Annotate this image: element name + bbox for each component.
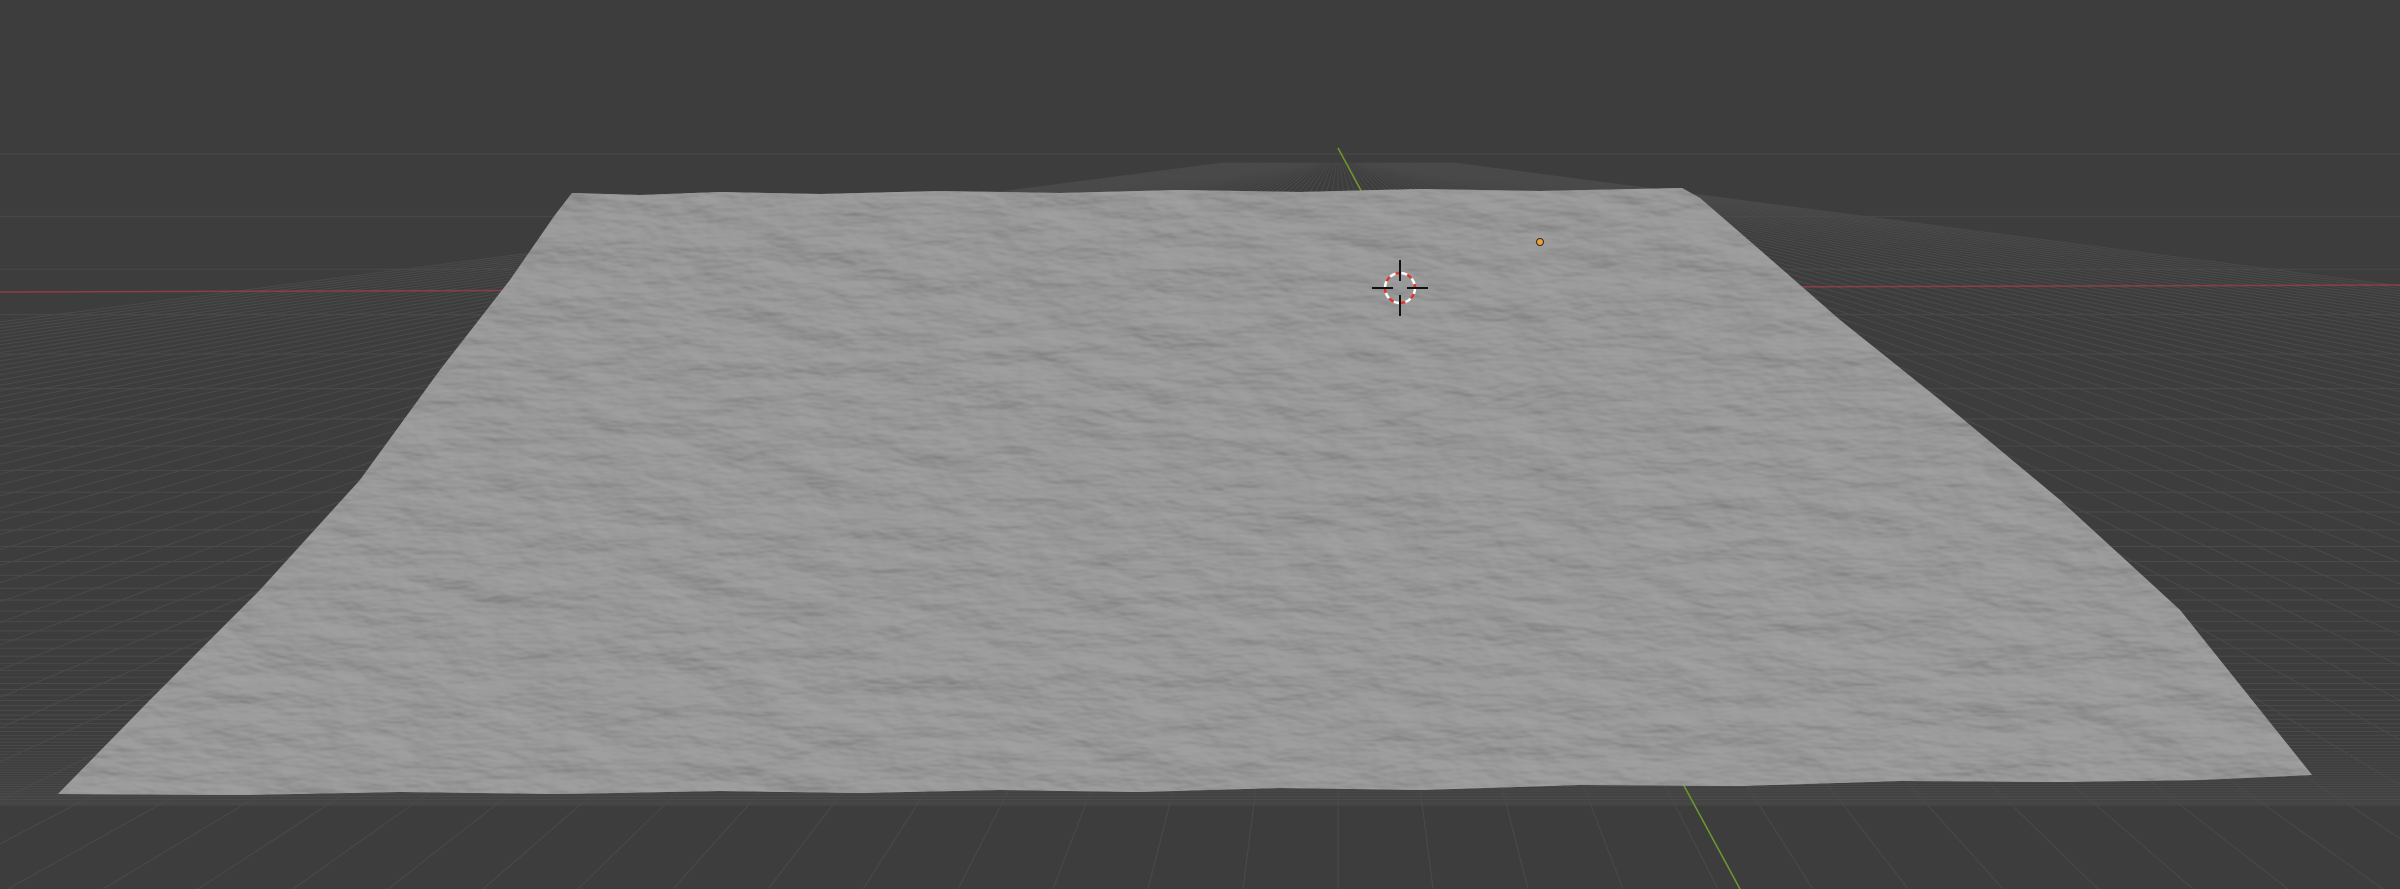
3d-viewport[interactable] [0,0,2400,889]
object-origin-dot[interactable] [1536,238,1544,246]
viewport-scene[interactable] [0,0,2400,889]
